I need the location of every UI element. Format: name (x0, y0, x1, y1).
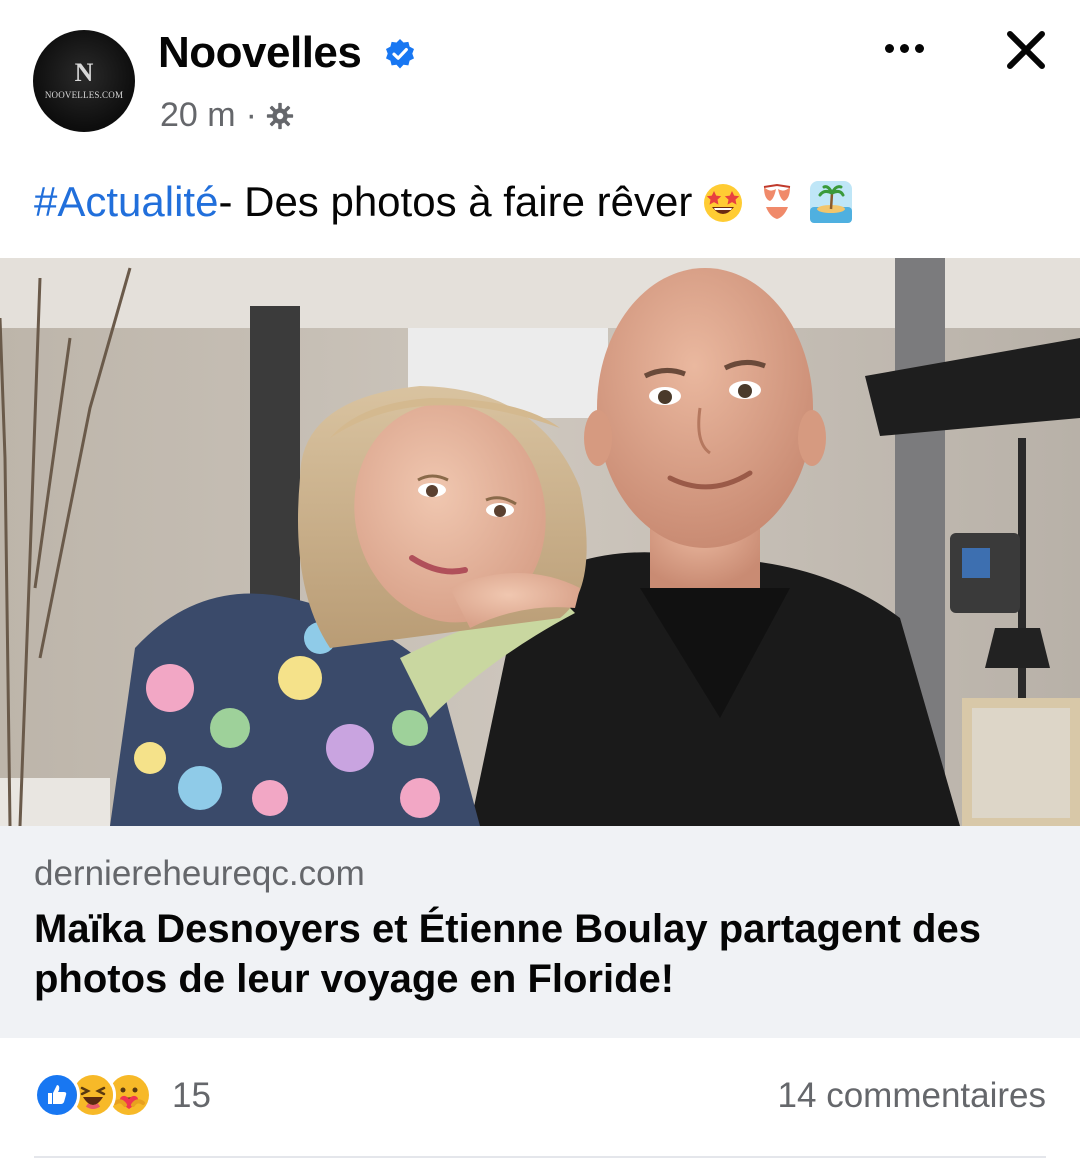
page-name-link[interactable]: Noovelles (158, 28, 362, 78)
verified-badge-icon (386, 39, 414, 69)
more-dot (899, 43, 909, 53)
more-dot (914, 43, 924, 53)
post-photo[interactable] (0, 258, 1080, 826)
post-caption: #Actualité - Des photos à faire rêver (34, 178, 854, 226)
avatar-site-label: NOOVELLES.COM (44, 90, 124, 100)
star-struck-emoji (704, 184, 743, 222)
reaction-icons[interactable] (34, 1072, 152, 1118)
link-headline[interactable]: Maïka Desnoyers et Étienne Boulay partag… (34, 904, 1044, 1004)
desert-island-emoji (810, 181, 853, 223)
footer-divider (34, 1156, 1046, 1158)
hashtag-link[interactable]: #Actualité (34, 178, 218, 226)
bikini-emoji (764, 183, 791, 219)
link-domain[interactable]: derniereheureqc.com (34, 854, 365, 894)
comments-count[interactable]: 14 commentaires (778, 1076, 1046, 1116)
post-timestamp[interactable]: 20 m (160, 96, 236, 135)
gear-icon[interactable] (265, 101, 295, 131)
page-avatar[interactable]: N NOOVELLES.COM (33, 30, 135, 132)
avatar-monogram: N (74, 58, 94, 87)
meta-separator: · (245, 96, 257, 134)
close-icon[interactable] (998, 22, 1054, 78)
caption-text: - Des photos à faire rêver (218, 178, 693, 225)
post-header: N NOOVELLES.COM Noovelles 20 m · (0, 0, 1080, 160)
post-meta: 20 m · (160, 96, 295, 135)
more-dot (884, 43, 894, 53)
like-reaction-icon (34, 1072, 80, 1118)
reaction-count[interactable]: 15 (172, 1076, 211, 1116)
more-options-button[interactable] (874, 30, 934, 66)
post-photo-illustration (0, 258, 1080, 826)
